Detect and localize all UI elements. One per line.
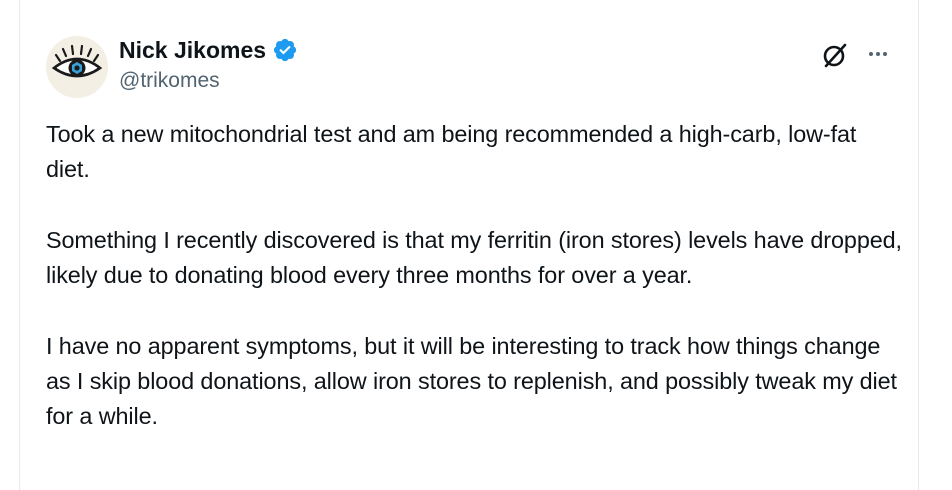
tweet-text: Took a new mitochondrial test and am bei… (46, 117, 906, 470)
right-border (918, 0, 919, 490)
grok-icon (823, 43, 847, 68)
more-options-icon-dot (876, 52, 880, 56)
author-handle[interactable]: @trikomes (119, 68, 220, 94)
tweet-paragraph: Took a new mitochondrial test and am bei… (46, 121, 857, 182)
eye-logo-icon (46, 36, 108, 98)
tweet-paragraph: Something I recently discovered is that … (46, 227, 902, 288)
avatar[interactable] (46, 36, 108, 98)
more-options-icon-dot (883, 52, 887, 56)
left-border (19, 0, 20, 490)
grok-button[interactable] (820, 40, 850, 70)
tweet-paragraph: I have no apparent symptoms, but it will… (46, 333, 897, 429)
author-name-text[interactable]: Nick Jikomes (119, 36, 266, 64)
more-options-button[interactable] (864, 42, 892, 66)
verified-badge-icon[interactable] (272, 37, 298, 63)
tweet-card: Nick Jikomes @trikomes Took a new mitoch… (0, 0, 952, 490)
more-options-icon (869, 52, 873, 56)
author-name[interactable]: Nick Jikomes (119, 36, 298, 64)
